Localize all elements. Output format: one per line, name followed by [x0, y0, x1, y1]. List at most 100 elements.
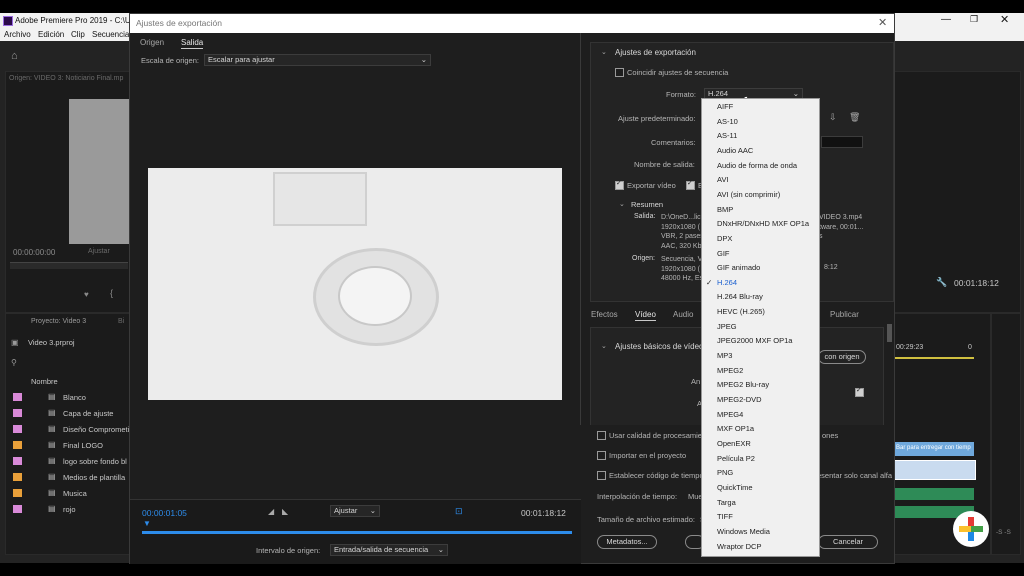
playhead-icon[interactable]: ▼	[143, 519, 151, 528]
format-option[interactable]: DNxHR/DNxHD MXF OP1a	[717, 219, 809, 228]
item-icon: ▤	[48, 408, 56, 417]
format-option[interactable]: OpenEXR	[717, 439, 751, 448]
format-option[interactable]: H.264 Blu-ray	[717, 292, 763, 301]
format-option[interactable]: MPEG4	[717, 410, 743, 419]
export-audio-checkbox[interactable]	[686, 179, 695, 190]
import-preset-icon[interactable]: ⇩	[829, 112, 837, 123]
label-color-swatch	[13, 441, 22, 449]
format-option[interactable]: AVI (sin comprimir)	[717, 190, 780, 199]
project-item[interactable]: logo sobre fondo bl	[63, 457, 127, 466]
format-option[interactable]: MP3	[717, 351, 732, 360]
label-color-swatch	[13, 505, 22, 513]
delete-preset-icon[interactable]: 🗑	[849, 112, 860, 123]
format-option[interactable]: MPEG2 Blu-ray	[717, 380, 769, 389]
range-dropdown[interactable]: Entrada/salida de secuencia ⌄	[330, 544, 448, 556]
max-quality-checkbox[interactable]	[597, 431, 606, 440]
maximize-icon[interactable]: ❐	[970, 14, 978, 25]
minimize-icon[interactable]: —	[941, 14, 951, 25]
match-sequence-checkbox[interactable]	[615, 68, 624, 77]
project-item[interactable]: Blanco	[63, 393, 86, 402]
format-option[interactable]: GIF	[717, 249, 730, 258]
link-checkbox[interactable]	[855, 386, 864, 397]
cancel-button[interactable]: Cancelar	[818, 535, 878, 549]
format-option[interactable]: AS-10	[717, 117, 738, 126]
format-option[interactable]: HEVC (H.265)	[717, 307, 765, 316]
format-option[interactable]: MXF OP1a	[717, 424, 754, 433]
format-option[interactable]: AIFF	[717, 102, 733, 111]
tab-video[interactable]: Vídeo	[635, 310, 656, 321]
basic-video-heading: Ajustes básicos de vídeo	[615, 342, 704, 351]
fit-dropdown[interactable]: Ajustar ⌄	[330, 505, 380, 517]
summary-collapse-icon[interactable]: ⌄	[619, 200, 625, 208]
project-item[interactable]: Capa de ajuste	[63, 409, 113, 418]
format-option[interactable]: H.264	[717, 278, 737, 287]
marker-icon[interactable]: ♥	[84, 290, 89, 299]
format-option[interactable]: AVI	[717, 175, 729, 184]
format-option[interactable]: JPEG2000 MXF OP1a	[717, 336, 792, 345]
source-range-bar[interactable]	[142, 531, 572, 534]
format-option[interactable]: Wraptor DCP	[717, 542, 761, 551]
format-option[interactable]: Targa	[717, 498, 736, 507]
format-option[interactable]: GIF animado	[717, 263, 760, 272]
format-option[interactable]: MPEG2	[717, 366, 743, 375]
clip-selected[interactable]	[894, 460, 976, 480]
dialog-titlebar: Ajustes de exportación ✕	[130, 14, 894, 33]
item-icon: ▤	[48, 472, 56, 481]
format-option[interactable]: Película P2	[717, 454, 755, 463]
mark-out-button-icon[interactable]: ◣	[282, 507, 288, 516]
format-option[interactable]: Audio AAC	[717, 146, 753, 155]
export-video-checkbox[interactable]	[615, 179, 624, 190]
basic-video-collapse-icon[interactable]: ⌄	[601, 342, 607, 350]
close-icon[interactable]: ✕	[1000, 13, 1009, 26]
format-option[interactable]: JPEG	[717, 322, 737, 331]
comments-field[interactable]	[821, 136, 863, 148]
project-panel: Proyecto: Video 3 Bi ▣ Video 3.prproj ⚲ …	[5, 313, 132, 555]
source-scrubber[interactable]	[10, 262, 128, 269]
dialog-close-icon[interactable]: ✕	[878, 16, 887, 29]
video-clip[interactable]: Bar para entregar con tiemp	[894, 442, 974, 456]
format-option[interactable]: Audio de forma de onda	[717, 161, 797, 170]
format-option[interactable]: TIFF	[717, 512, 733, 521]
tab-bins[interactable]: Bi	[118, 318, 124, 325]
project-item[interactable]: Diseño Comprometi	[63, 425, 129, 434]
set-timecode-checkbox[interactable]	[597, 471, 606, 480]
source-fit[interactable]: Ajustar	[88, 248, 110, 255]
tab-project[interactable]: Proyecto: Video 3	[31, 318, 86, 325]
project-item[interactable]: Final LOGO	[63, 441, 103, 450]
tab-audio[interactable]: Audio	[673, 310, 693, 319]
tab-publicar[interactable]: Publicar	[830, 310, 859, 319]
format-option[interactable]: QuickTime	[717, 483, 753, 492]
import-project-checkbox[interactable]	[597, 451, 606, 460]
metadata-button[interactable]: Metadatos...	[597, 535, 657, 549]
format-option[interactable]: BMP	[717, 205, 733, 214]
timeline-ruler[interactable]	[894, 357, 974, 359]
menu-secuencia[interactable]: Secuencia	[92, 30, 129, 39]
home-icon[interactable]: ⌂	[11, 50, 18, 62]
safe-margins-icon[interactable]: ⊡	[455, 506, 463, 517]
search-icon[interactable]: ⚲	[11, 358, 17, 367]
wrench-icon[interactable]: 🔧	[936, 277, 947, 288]
project-item[interactable]: rojo	[63, 505, 76, 514]
tab-origen[interactable]: Origen	[140, 38, 164, 47]
format-option[interactable]: DPX	[717, 234, 732, 243]
format-option[interactable]: MPEG2-DVD	[717, 395, 762, 404]
source-scale-dropdown[interactable]: Escalar para ajustar ⌄	[204, 54, 431, 66]
project-item[interactable]: Medios de plantilla	[63, 473, 125, 482]
collapse-icon[interactable]: ⌄	[601, 48, 607, 56]
format-option[interactable]: AS-11	[717, 131, 737, 140]
interpolation-label: Interpolación de tiempo:	[597, 492, 678, 501]
menu-clip[interactable]: Clip	[71, 30, 85, 39]
mark-in-button-icon[interactable]: ◢	[268, 507, 274, 516]
menu-archivo[interactable]: Archivo	[4, 30, 31, 39]
format-label: Formato:	[666, 90, 697, 99]
mark-in-icon[interactable]: {	[110, 288, 113, 298]
format-option[interactable]: Windows Media	[717, 527, 770, 536]
tab-efectos[interactable]: Efectos	[591, 310, 618, 319]
audio-clip-1[interactable]	[894, 488, 974, 500]
video-settings-scrollbar[interactable]	[887, 324, 892, 342]
menu-edicion[interactable]: Edición	[38, 30, 64, 39]
project-item[interactable]: Musica	[63, 489, 87, 498]
tab-salida[interactable]: Salida	[181, 38, 204, 49]
match-source-button[interactable]: con origen	[818, 350, 866, 364]
format-option[interactable]: PNG	[717, 468, 733, 477]
